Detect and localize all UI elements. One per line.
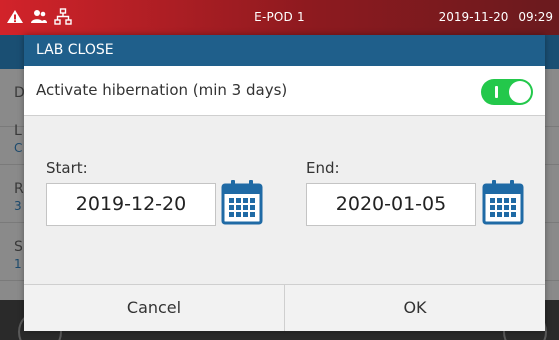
background-row-title: R bbox=[14, 181, 24, 197]
toggle-on-indicator bbox=[495, 86, 498, 98]
lab-close-dialog: LAB CLOSE Activate hibernation (min 3 da… bbox=[24, 35, 545, 331]
status-datetime: 2019-11-20 09:29 bbox=[439, 10, 553, 24]
background-row-title: L bbox=[14, 123, 22, 139]
activate-hibernation-label: Activate hibernation (min 3 days) bbox=[36, 81, 288, 99]
dialog-title: LAB CLOSE bbox=[24, 35, 545, 66]
start-label: Start: bbox=[46, 159, 88, 177]
status-time: 09:29 bbox=[518, 10, 553, 24]
status-bar: E-POD 1 2019-11-20 09:29 bbox=[0, 0, 559, 35]
background-row-value: 3 bbox=[14, 199, 22, 213]
hibernation-toggle[interactable] bbox=[481, 79, 533, 105]
toggle-knob bbox=[509, 81, 531, 103]
ok-button[interactable]: OK bbox=[284, 285, 545, 331]
start-date-field[interactable]: 2019-12-20 bbox=[46, 183, 216, 226]
background-row-value: C bbox=[14, 141, 23, 155]
end-date-field[interactable]: 2020-01-05 bbox=[306, 183, 476, 226]
calendar-icon[interactable] bbox=[482, 179, 524, 225]
status-date: 2019-11-20 bbox=[438, 10, 509, 24]
dialog-button-row: Cancel OK bbox=[24, 284, 545, 331]
background-row-title: S bbox=[14, 239, 23, 255]
background-row-value: 1 bbox=[14, 257, 22, 271]
activate-hibernation-row: Activate hibernation (min 3 days) bbox=[24, 66, 545, 116]
calendar-icon[interactable] bbox=[221, 179, 263, 225]
cancel-button[interactable]: Cancel bbox=[24, 285, 284, 331]
end-label: End: bbox=[306, 159, 340, 177]
